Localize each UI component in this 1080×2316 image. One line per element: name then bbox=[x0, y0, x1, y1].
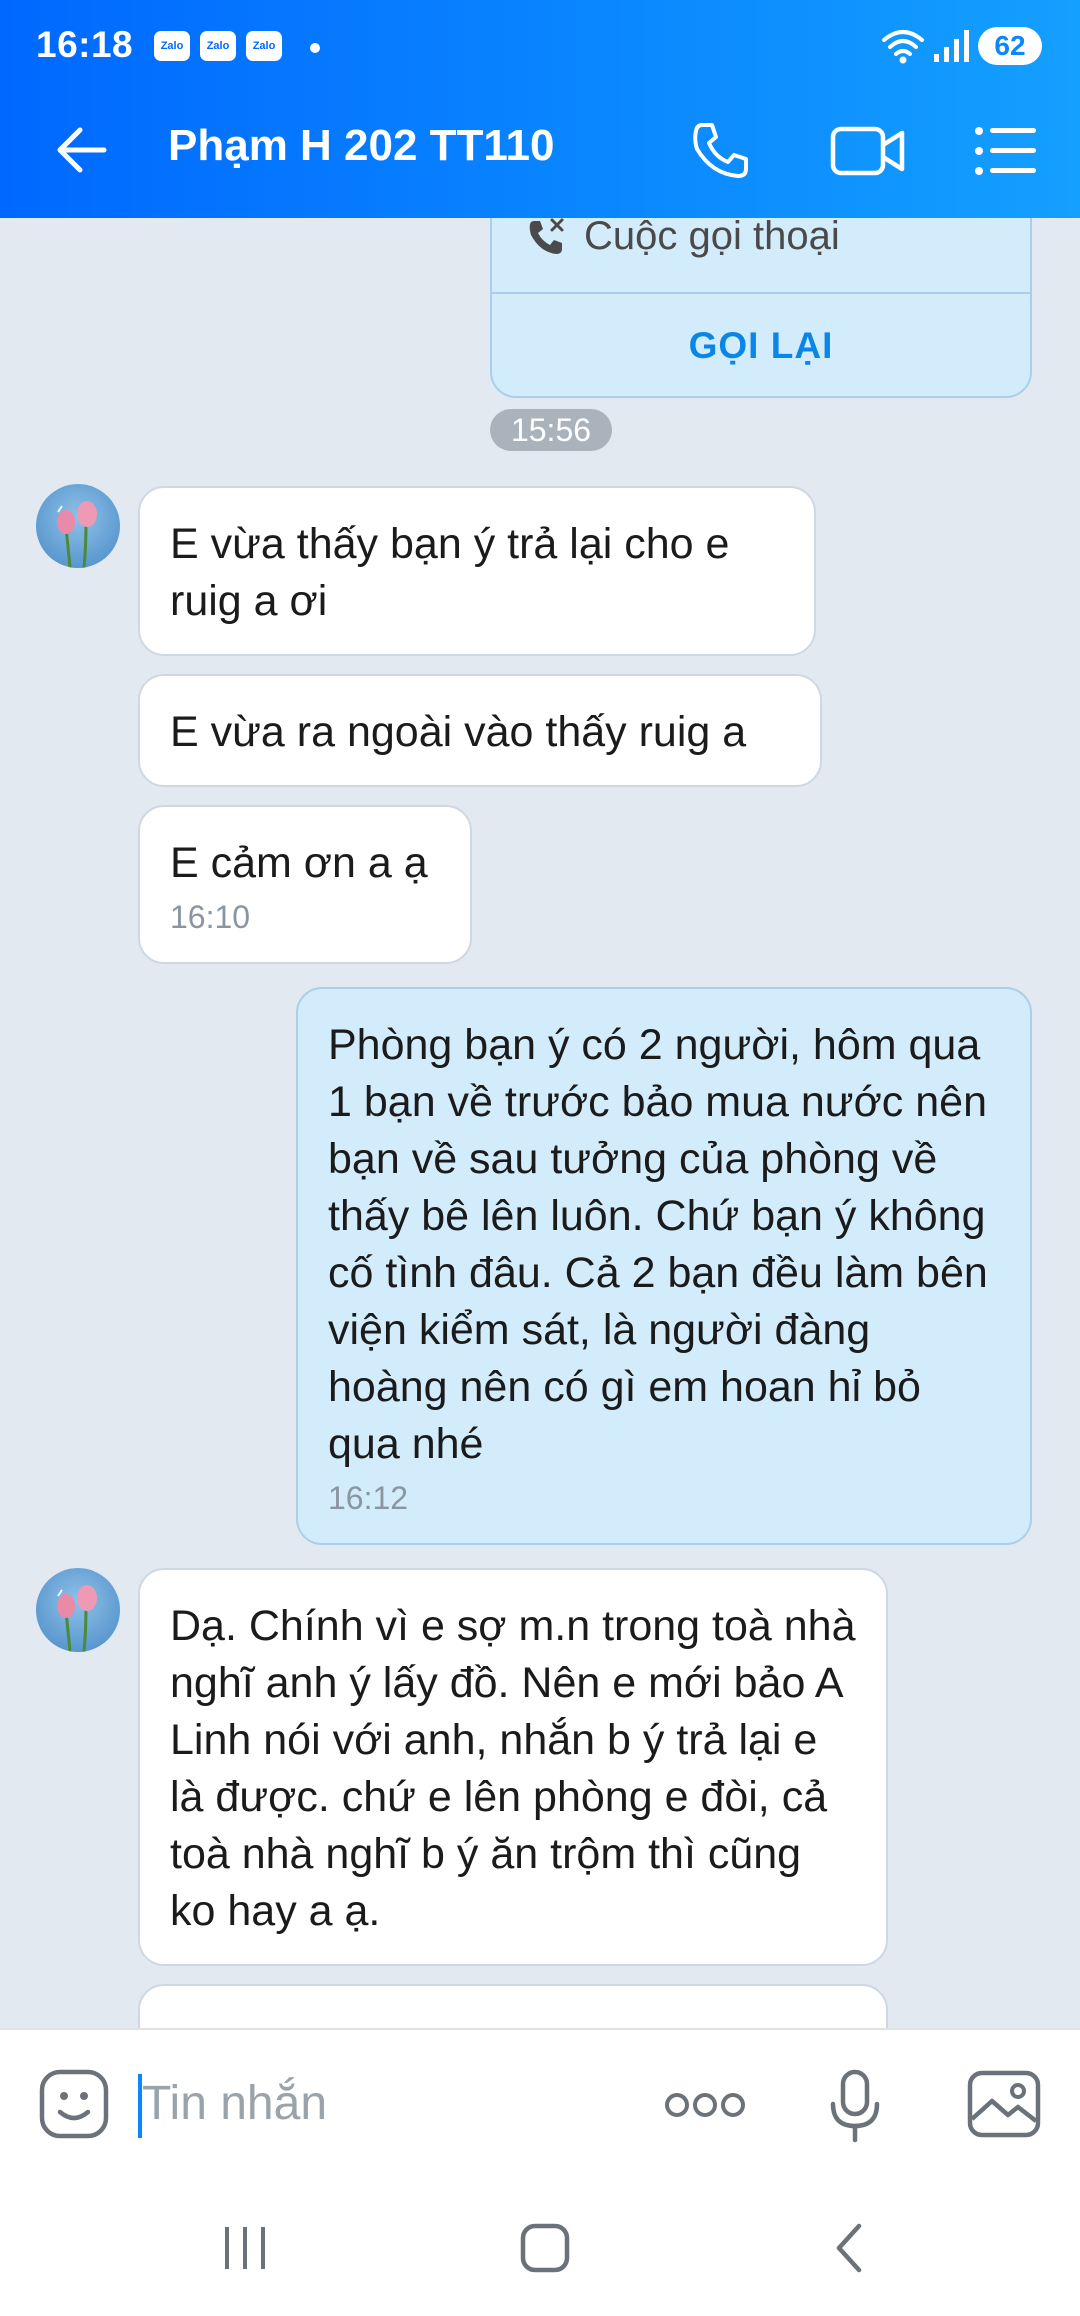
microphone-icon bbox=[830, 2069, 880, 2143]
image-icon bbox=[967, 2070, 1041, 2138]
system-navigation-bar bbox=[0, 2178, 1080, 2316]
message-text: E vừa thấy bạn ý trả lại cho e ruig a ơi bbox=[170, 520, 730, 625]
message-time: 16:12 bbox=[328, 1480, 409, 1516]
message-input[interactable]: Tin nhắn bbox=[142, 2076, 327, 2131]
image-picker-button[interactable] bbox=[964, 2066, 1044, 2142]
message-bubble-contact[interactable]: E cảm ơn a ạ 16:10 bbox=[138, 805, 472, 964]
chat-menu-button[interactable] bbox=[970, 115, 1042, 187]
call-type-label: Cuộc gọi thoại bbox=[584, 214, 840, 258]
video-camera-icon bbox=[830, 126, 905, 176]
chevron-left-icon bbox=[836, 2223, 862, 2273]
home-icon bbox=[520, 2223, 570, 2273]
chat-header: 16:18 Zalo Zalo Zalo 62 Phạm H 202 TT110 bbox=[0, 0, 1080, 218]
back-button[interactable] bbox=[52, 120, 112, 180]
tulip-avatar-icon bbox=[57, 501, 97, 568]
wifi-icon bbox=[882, 30, 924, 64]
avatar[interactable] bbox=[36, 1568, 120, 1652]
arrow-left-icon bbox=[57, 127, 107, 173]
recent-apps-icon bbox=[225, 2227, 265, 2269]
missed-call-icon bbox=[529, 218, 564, 254]
message-text: E cảm ơn a ạ bbox=[170, 839, 428, 887]
status-time: 16:18 bbox=[36, 24, 134, 65]
recent-apps-button[interactable] bbox=[200, 2208, 290, 2288]
phone-icon bbox=[693, 123, 748, 178]
message-bubble-contact[interactable]: E vừa thấy bạn ý trả lại cho e ruig a ơi bbox=[138, 486, 816, 656]
message-bubble-me[interactable]: Phòng bạn ý có 2 người, hôm qua 1 bạn về… bbox=[296, 987, 1032, 1545]
more-dots-icon bbox=[665, 2093, 745, 2117]
more-options-button[interactable] bbox=[660, 2080, 750, 2130]
zalo-notification-icon: Zalo bbox=[154, 31, 190, 61]
emoji-icon bbox=[39, 2069, 109, 2139]
video-call-button[interactable] bbox=[828, 115, 908, 187]
message-bubble-contact[interactable]: Dạ. Chính vì e sợ m.n trong toà nhà nghĩ… bbox=[138, 1568, 888, 1966]
tulip-avatar-icon bbox=[57, 1585, 97, 1652]
zalo-notification-icon: Zalo bbox=[200, 31, 236, 61]
voice-call-button[interactable] bbox=[684, 115, 756, 187]
avatar[interactable] bbox=[36, 484, 120, 568]
system-back-button[interactable] bbox=[804, 2208, 894, 2288]
message-text: Phòng bạn ý có 2 người, hôm qua 1 bạn về… bbox=[328, 1021, 988, 1468]
menu-list-icon bbox=[975, 127, 1036, 175]
status-bar: 16:18 Zalo Zalo Zalo 62 bbox=[0, 0, 1080, 92]
battery-indicator: 62 bbox=[978, 27, 1042, 65]
home-button[interactable] bbox=[500, 2208, 590, 2288]
message-text: E vừa ra ngoài vào thấy ruig a bbox=[170, 708, 747, 756]
voice-message-button[interactable] bbox=[820, 2066, 890, 2146]
callback-button[interactable]: GỌI LẠI bbox=[492, 294, 1030, 396]
message-text: Dạ. Chính vì e sợ m.n trong toà nhà nghĩ… bbox=[170, 1602, 856, 1935]
message-input-bar: Tin nhắn bbox=[0, 2028, 1080, 2180]
signal-icon bbox=[934, 30, 969, 62]
message-time: 16:10 bbox=[170, 899, 251, 935]
message-bubble-contact[interactable]: E vừa ra ngoài vào thấy ruig a bbox=[138, 674, 822, 787]
more-notifications-dot-icon bbox=[310, 43, 320, 53]
contact-name[interactable]: Phạm H 202 TT110 bbox=[168, 121, 554, 171]
zalo-notification-icon: Zalo bbox=[246, 31, 282, 61]
sticker-button[interactable] bbox=[36, 2066, 112, 2142]
time-divider-chip: 15:56 bbox=[490, 409, 612, 451]
call-card-label-row: Cuộc gọi thoại bbox=[526, 214, 840, 259]
